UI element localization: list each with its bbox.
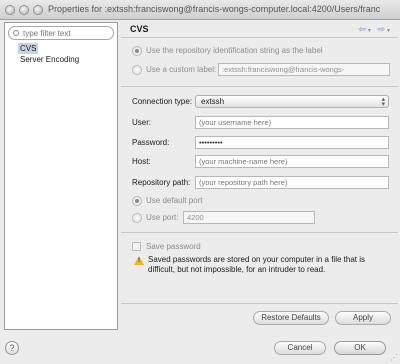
save-password-checkbox[interactable] xyxy=(132,242,141,251)
preferences-sidebar: CVS Server Encoding xyxy=(4,22,118,330)
host-label: Host: xyxy=(132,157,151,166)
user-input[interactable]: (your username here) xyxy=(195,116,389,129)
back-arrow-icon[interactable]: ⇦ xyxy=(358,24,368,34)
filter-input[interactable] xyxy=(23,28,111,39)
search-icon xyxy=(13,30,19,36)
help-button[interactable]: ? xyxy=(5,341,19,355)
user-label: User: xyxy=(132,118,152,127)
use-repo-id-label: Use the repository identification string… xyxy=(146,46,323,55)
divider xyxy=(121,86,398,87)
save-password-label: Save password xyxy=(146,242,201,251)
close-window-button[interactable] xyxy=(5,5,15,15)
port-input[interactable]: 4200 xyxy=(183,211,315,224)
updown-arrows-icon: ▴ ▾ xyxy=(381,96,385,108)
use-default-port-radio[interactable] xyxy=(132,196,142,206)
divider xyxy=(121,37,398,38)
custom-label-input[interactable]: :extssh:franciswong@francis-wongs- xyxy=(218,63,390,76)
password-input[interactable]: ••••••••• xyxy=(195,136,389,149)
minimize-window-button[interactable] xyxy=(19,5,29,15)
restore-defaults-button[interactable]: Restore Defaults xyxy=(253,311,329,325)
page-navigation: ⇦▾ ⇨▾ xyxy=(358,24,392,35)
save-password-warning: Saved passwords are stored on your compu… xyxy=(148,255,365,274)
cancel-button[interactable]: Cancel xyxy=(274,341,326,355)
connection-type-value: extssh xyxy=(201,97,225,106)
use-custom-label-label: Use a custom label: xyxy=(146,65,217,74)
connection-type-select[interactable]: extssh ▴ ▾ xyxy=(195,95,389,108)
filter-field[interactable] xyxy=(8,26,114,40)
dropdown-icon[interactable]: ▾ xyxy=(387,28,392,34)
use-default-port-label: Use default port xyxy=(146,196,203,205)
repository-path-input[interactable]: (your repository path here) xyxy=(195,176,389,189)
dropdown-icon[interactable]: ▾ xyxy=(368,28,373,34)
page-title: CVS xyxy=(130,24,149,34)
sidebar-item-cvs[interactable]: CVS xyxy=(18,43,39,54)
repository-path-label: Repository path: xyxy=(132,178,191,187)
use-port-label: Use port: xyxy=(146,213,179,222)
password-label: Password: xyxy=(132,138,170,147)
resize-grip-icon[interactable]: ⋰ xyxy=(390,353,398,362)
apply-button[interactable]: Apply xyxy=(335,311,391,325)
title-bar: Properties for :extssh:franciswong@franc… xyxy=(0,0,400,20)
sidebar-item-server-encoding[interactable]: Server Encoding xyxy=(18,54,81,65)
warning-icon: ! xyxy=(134,256,144,265)
use-custom-label-radio[interactable] xyxy=(132,65,142,75)
forward-arrow-icon[interactable]: ⇨ xyxy=(377,24,387,34)
use-repo-id-radio[interactable] xyxy=(132,46,142,56)
window-title: Properties for :extssh:franciswong@franc… xyxy=(48,4,381,14)
divider xyxy=(121,303,398,304)
use-port-radio[interactable] xyxy=(132,213,142,223)
ok-button[interactable]: OK xyxy=(334,341,386,355)
divider xyxy=(121,232,398,233)
zoom-window-button[interactable] xyxy=(33,5,43,15)
host-input[interactable]: (your machine-name here) xyxy=(195,155,389,168)
cvs-properties-panel: CVS ⇦▾ ⇨▾ Use the repository identificat… xyxy=(121,22,398,330)
connection-type-label: Connection type: xyxy=(132,97,193,106)
